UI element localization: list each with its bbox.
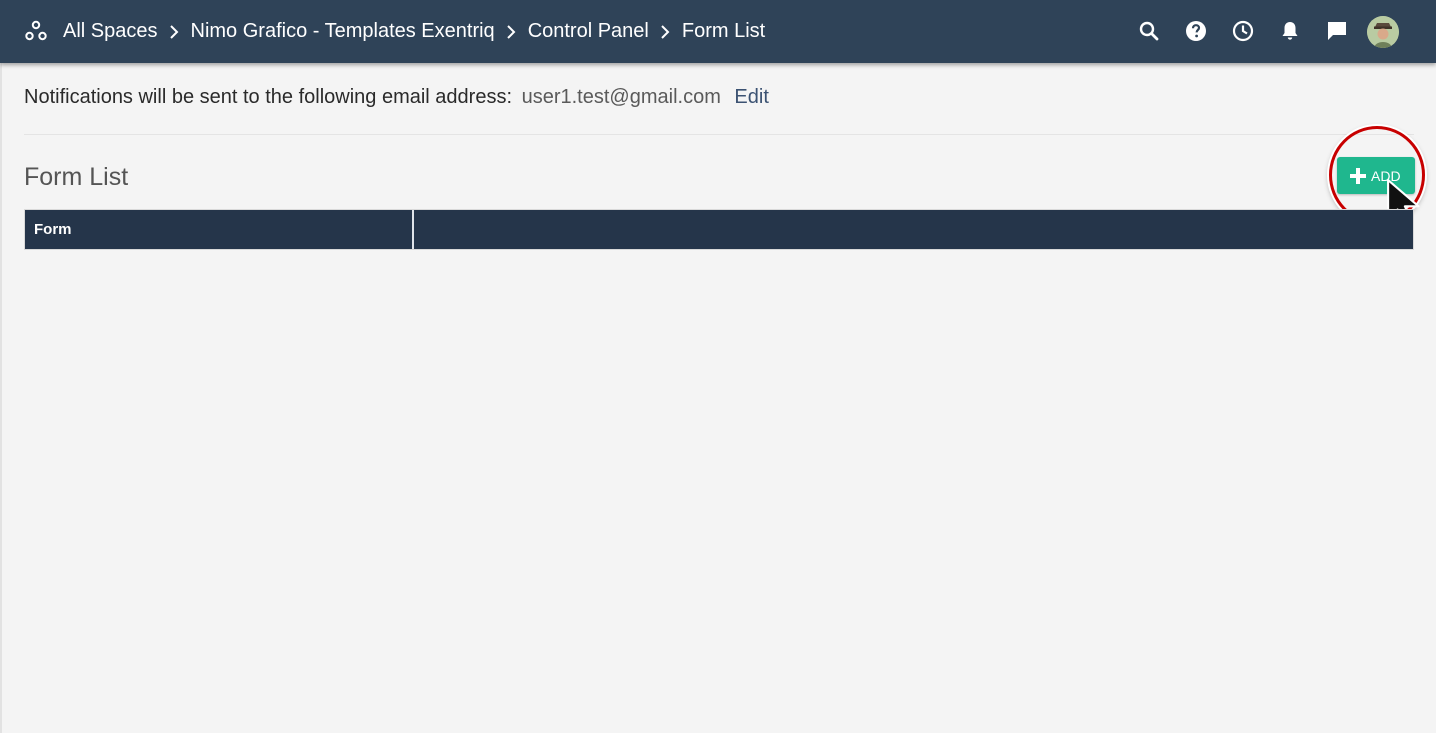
- chevron-right-icon: [649, 20, 682, 43]
- column-header-actions: [414, 210, 1413, 249]
- column-header-form[interactable]: Form: [25, 210, 414, 249]
- sidebar-edge: [0, 63, 2, 733]
- spaces-icon[interactable]: [25, 20, 47, 42]
- chevron-right-icon: [495, 20, 528, 43]
- chat-icon[interactable]: [1325, 19, 1349, 43]
- form-list-table: Form: [24, 209, 1414, 250]
- top-navigation-bar: All Spaces Nimo Grafico - Templates Exen…: [0, 0, 1436, 63]
- breadcrumb-all-spaces[interactable]: All Spaces: [63, 20, 158, 43]
- breadcrumb-control-panel[interactable]: Control Panel: [528, 20, 649, 43]
- notification-settings: Notifications will be sent to the follow…: [24, 86, 769, 109]
- divider: [24, 134, 1414, 135]
- page-title: Form List: [24, 163, 129, 191]
- notification-text: Notifications will be sent to the follow…: [24, 86, 513, 108]
- avatar[interactable]: [1367, 16, 1399, 48]
- bell-icon[interactable]: [1278, 19, 1302, 43]
- clock-icon[interactable]: [1231, 19, 1255, 43]
- breadcrumb-current-page: Form List: [681, 20, 766, 42]
- breadcrumb: All Spaces Nimo Grafico - Templates Exen…: [63, 0, 765, 63]
- edit-email-link[interactable]: Edit: [734, 86, 768, 108]
- chevron-right-icon: [158, 20, 191, 43]
- search-icon[interactable]: [1137, 19, 1161, 43]
- plus-icon: [1350, 167, 1366, 184]
- notification-email: user1.test@gmail.com: [521, 86, 721, 108]
- breadcrumb-space[interactable]: Nimo Grafico - Templates Exentriq: [191, 20, 495, 43]
- help-icon[interactable]: [1184, 19, 1208, 43]
